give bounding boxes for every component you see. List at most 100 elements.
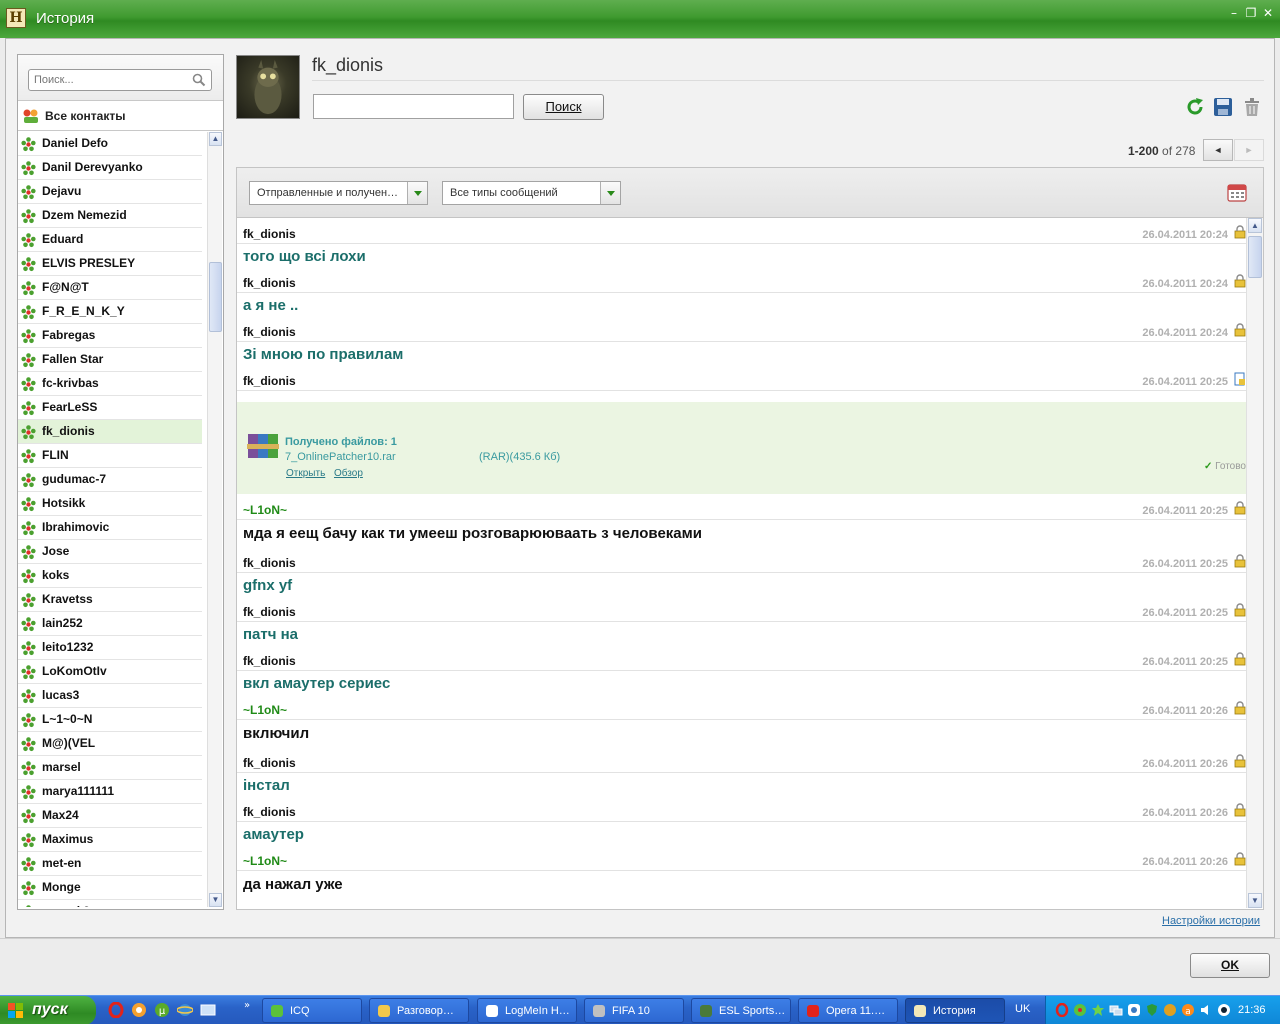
open-file-link[interactable]: Открыть <box>286 468 325 479</box>
contact-item[interactable]: Kravetss <box>18 588 202 612</box>
contact-item[interactable]: Daniel Defo <box>18 132 202 156</box>
history-settings-link[interactable]: Настройки истории <box>1162 915 1260 927</box>
calendar-icon[interactable] <box>1227 182 1247 202</box>
contact-item[interactable]: Jose <box>18 540 202 564</box>
antivirus-tray-icon[interactable]: a <box>1181 1003 1195 1017</box>
contact-item[interactable]: fc-krivbas <box>18 372 202 396</box>
mail-agent-icon[interactable] <box>131 1002 147 1018</box>
delete-icon[interactable] <box>1241 96 1263 118</box>
message-scrollbar[interactable]: ▲ ▼ <box>1246 218 1263 908</box>
contact-item[interactable]: M@)(VEL <box>18 732 202 756</box>
restore-icon[interactable]: ❐ <box>1243 5 1259 21</box>
contact-item[interactable]: fk_dionis <box>18 420 202 444</box>
speaker-tray-icon[interactable] <box>1217 1003 1231 1017</box>
internet-explorer-icon[interactable] <box>177 1002 193 1018</box>
message-search-input[interactable] <box>314 95 513 118</box>
contact-list-scrollbar[interactable]: ▲ ▼ <box>207 132 222 907</box>
contact-item[interactable]: mazeri 9 <box>18 900 202 907</box>
volume-tray-icon[interactable] <box>1199 1003 1213 1017</box>
contact-item[interactable]: Dzem Nemezid <box>18 204 202 228</box>
search-button[interactable]: Поиск <box>523 94 604 120</box>
message-timestamp: 26.04.2011 20:26 <box>1142 705 1228 717</box>
type-filter-select[interactable]: Все типы сообщений <box>442 181 621 205</box>
scroll-down-icon[interactable]: ▼ <box>1248 893 1262 908</box>
clock[interactable]: 21:36 <box>1238 1004 1266 1016</box>
network-tray-icon[interactable] <box>1109 1003 1123 1017</box>
taskbar-button[interactable]: ESL Sports… <box>691 998 791 1023</box>
utorrent-icon[interactable]: µ <box>154 1002 170 1018</box>
contact-search-box[interactable] <box>28 69 212 91</box>
direction-filter-select[interactable]: Отправленные и получен… <box>249 181 428 205</box>
taskbar-button[interactable]: Opera 11.… <box>798 998 898 1023</box>
logmein-tray-icon[interactable] <box>1127 1003 1141 1017</box>
sync-tray-icon[interactable] <box>1163 1003 1177 1017</box>
contact-item[interactable]: Max24 <box>18 804 202 828</box>
taskbar-button[interactable]: Разговор… <box>369 998 469 1023</box>
message-search-field[interactable] <box>313 94 514 119</box>
contact-item[interactable]: Hotsikk <box>18 492 202 516</box>
contact-item[interactable]: ELVIS PRESLEY <box>18 252 202 276</box>
quicklaunch-overflow-icon[interactable]: » <box>244 1000 250 1011</box>
ok-button[interactable]: OK <box>1190 953 1270 978</box>
taskbar-button[interactable]: LogMeIn H… <box>477 998 577 1023</box>
taskbar-button[interactable]: История <box>905 998 1005 1023</box>
close-icon[interactable]: ✕ <box>1260 5 1276 21</box>
contact-item[interactable]: Maximus <box>18 828 202 852</box>
next-page-button[interactable]: ► <box>1234 139 1264 161</box>
contact-item[interactable]: lucas3 <box>18 684 202 708</box>
minimize-icon[interactable]: – <box>1226 5 1242 21</box>
show-desktop-icon[interactable] <box>200 1002 216 1018</box>
scroll-down-icon[interactable]: ▼ <box>209 893 222 907</box>
message-timestamp: 26.04.2011 20:24 <box>1142 229 1228 241</box>
contact-item[interactable]: F_R_E_N_K_Y <box>18 300 202 324</box>
contact-item[interactable]: Monge <box>18 876 202 900</box>
message-timestamp: 26.04.2011 20:24 <box>1142 278 1228 290</box>
scroll-up-icon[interactable]: ▲ <box>1248 218 1262 233</box>
window-titlebar: H История – ❐ ✕ <box>0 0 1280 38</box>
refresh-icon[interactable] <box>1184 96 1206 118</box>
rar-archive-icon <box>247 434 279 458</box>
search-icon[interactable] <box>192 73 206 87</box>
contact-item[interactable]: lain252 <box>18 612 202 636</box>
icq-status-icon <box>21 257 36 272</box>
start-button[interactable]: пуск <box>0 996 96 1024</box>
contact-item[interactable]: Fallen Star <box>18 348 202 372</box>
prev-page-button[interactable]: ◄ <box>1203 139 1233 161</box>
contact-item[interactable]: Dejavu <box>18 180 202 204</box>
shield-tray-icon[interactable] <box>1145 1003 1159 1017</box>
taskbar-button[interactable]: ICQ <box>262 998 362 1023</box>
contact-item[interactable]: L~1~0~N <box>18 708 202 732</box>
contact-item[interactable]: Danil Derevyanko <box>18 156 202 180</box>
contact-item[interactable]: Ibrahimovic <box>18 516 202 540</box>
contact-item[interactable]: LoKomOtIv <box>18 660 202 684</box>
language-indicator[interactable]: UK <box>1015 1003 1030 1015</box>
chevron-down-icon[interactable] <box>600 182 620 204</box>
contact-item[interactable]: FearLeSS <box>18 396 202 420</box>
contact-item[interactable]: Fabregas <box>18 324 202 348</box>
taskbar-button[interactable]: FIFA 10 <box>584 998 684 1023</box>
scroll-up-icon[interactable]: ▲ <box>209 132 222 146</box>
contact-name: leito1232 <box>42 640 94 654</box>
browse-file-link[interactable]: Обзор <box>334 468 363 479</box>
contact-item[interactable]: Eduard <box>18 228 202 252</box>
contact-item[interactable]: F@N@T <box>18 276 202 300</box>
star-tray-icon[interactable] <box>1091 1003 1105 1017</box>
contact-item[interactable]: gudumac-7 <box>18 468 202 492</box>
save-icon[interactable] <box>1212 96 1234 118</box>
icq-tray-icon[interactable] <box>1073 1003 1087 1017</box>
contact-item[interactable]: marya111111 <box>18 780 202 804</box>
icq-status-icon <box>21 809 36 824</box>
scroll-thumb[interactable] <box>1248 236 1262 278</box>
opera-icon[interactable] <box>108 1002 124 1018</box>
contact-item[interactable]: met-en <box>18 852 202 876</box>
opera-tray-icon[interactable] <box>1055 1003 1069 1017</box>
all-contacts-item[interactable]: Все контакты <box>18 102 223 131</box>
contact-item[interactable]: FLIN <box>18 444 202 468</box>
scroll-thumb[interactable] <box>209 262 222 332</box>
chevron-down-icon[interactable] <box>407 182 427 204</box>
contact-search-input[interactable] <box>34 72 184 88</box>
contact-item[interactable]: leito1232 <box>18 636 202 660</box>
contact-item[interactable]: koks <box>18 564 202 588</box>
contact-item[interactable]: marsel <box>18 756 202 780</box>
owl-avatar-image <box>254 59 282 115</box>
